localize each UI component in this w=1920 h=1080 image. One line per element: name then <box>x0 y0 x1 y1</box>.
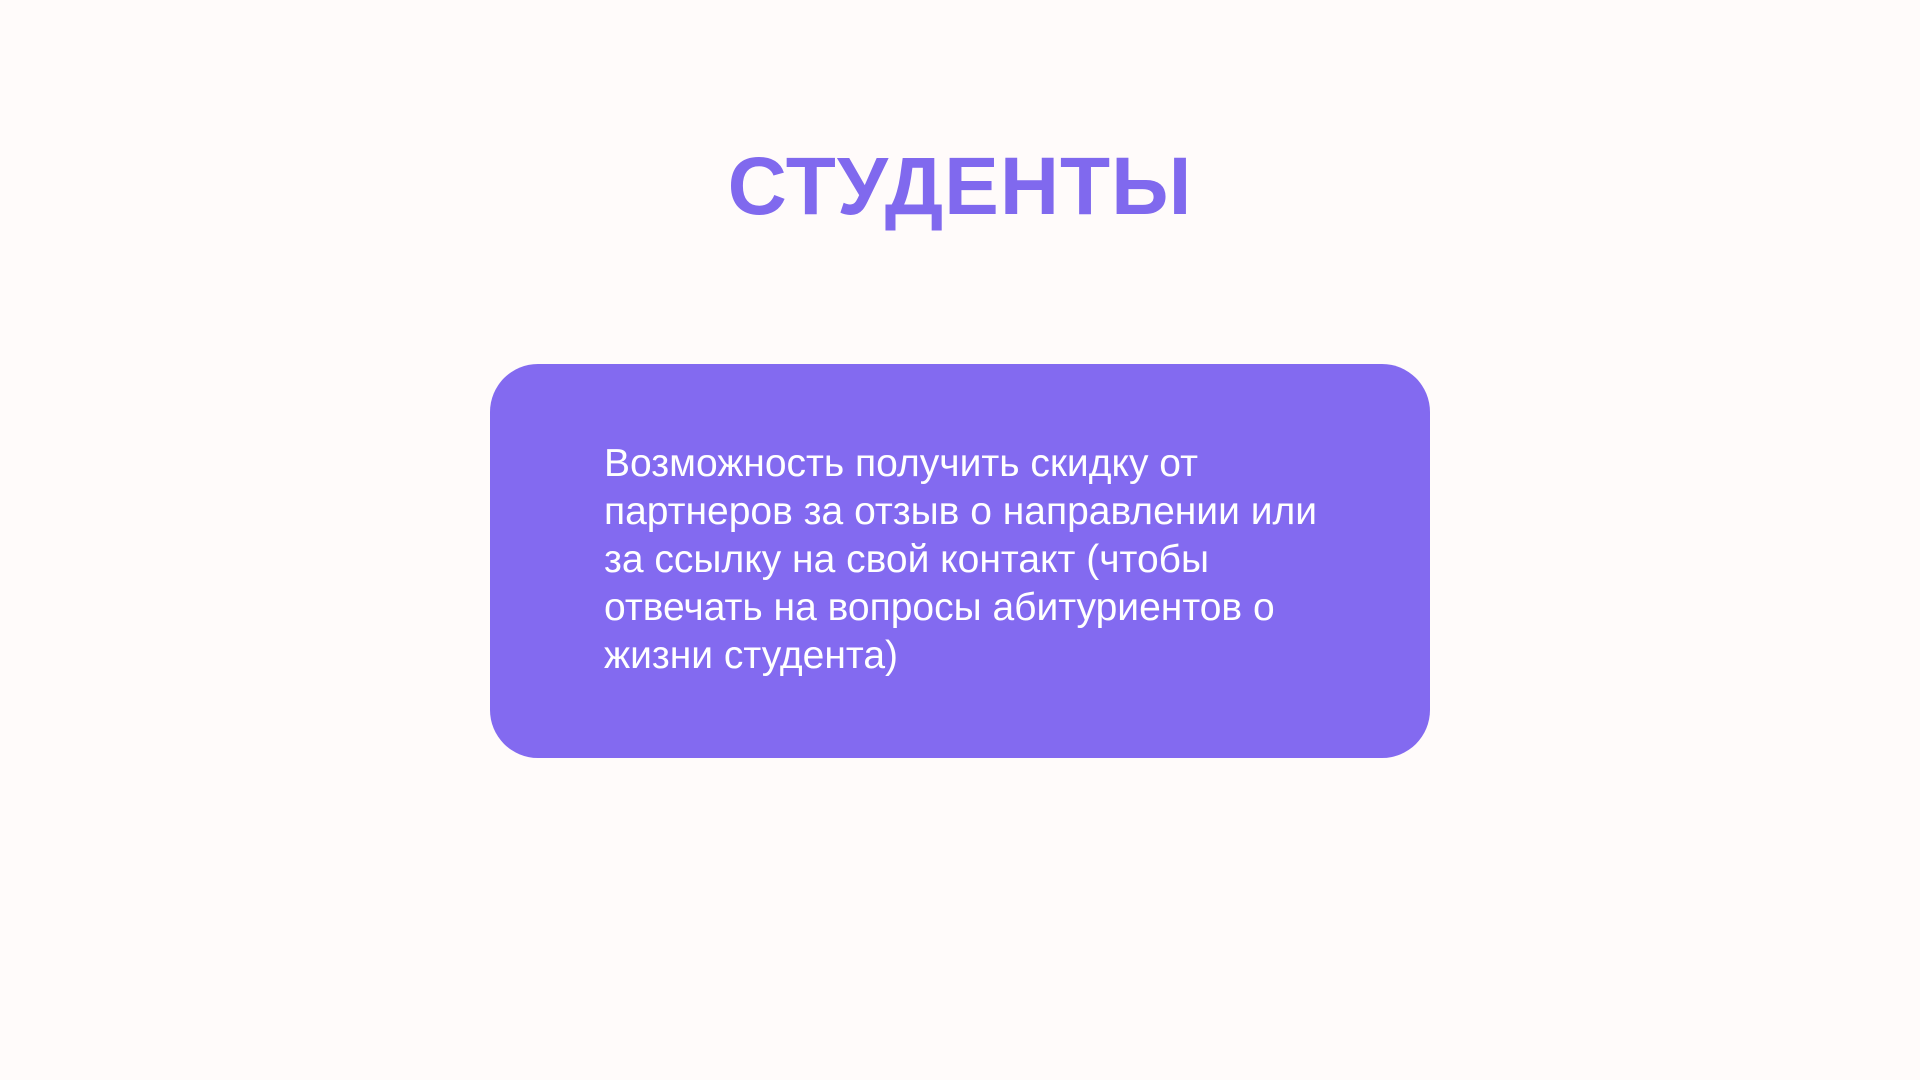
card-text: Возможность получить скидку от партнеров… <box>604 442 1318 677</box>
info-card: Возможность получить скидку от партнеров… <box>490 364 1430 758</box>
page-title: СТУДЕНТЫ <box>727 141 1193 232</box>
